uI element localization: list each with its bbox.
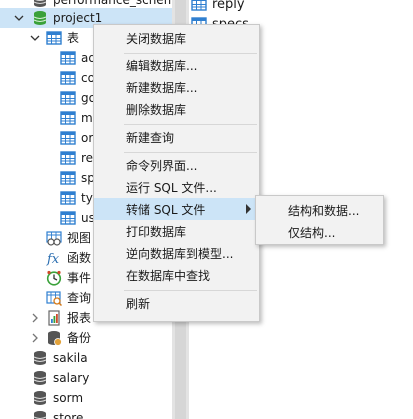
tree-item-label: re — [81, 151, 94, 165]
report-icon — [46, 310, 62, 326]
object-list-item[interactable]: reply — [189, 0, 245, 13]
menu-item-label: 删除数据库 — [126, 102, 187, 117]
tree-item-label: store — [53, 411, 84, 419]
tree-item-label: 事件 — [67, 271, 92, 285]
tree-item-label: 查询 — [67, 291, 92, 305]
menu-item-label: 逆向数据库到模型... — [126, 246, 234, 261]
backup-icon — [46, 330, 62, 346]
menu-item-print-database[interactable]: 打印数据库 — [94, 220, 259, 242]
chevron-right-icon[interactable] — [30, 333, 40, 343]
tree-item-label: or — [81, 131, 94, 145]
table-icon — [60, 70, 76, 86]
object-list-label: reply — [212, 0, 245, 12]
menu-separator — [124, 152, 257, 153]
submenu-item-structure-and-data[interactable]: 结构和数据... — [256, 199, 383, 221]
menu-item-label: 打印数据库 — [126, 224, 187, 239]
menu-item-refresh[interactable]: 刷新 — [94, 292, 259, 314]
context-menu: 关闭数据库 编辑数据库... 新建数据库... 删除数据库 新建查询 命令列界面… — [93, 24, 260, 322]
event-icon — [46, 270, 62, 286]
menu-item-label: 关闭数据库 — [126, 31, 187, 46]
menu-item-new-database[interactable]: 新建数据库... — [94, 76, 259, 98]
database-icon — [32, 390, 48, 406]
menu-item-dump-sql-file[interactable]: 转储 SQL 文件 — [94, 198, 259, 220]
tree-item-label: 视图 — [67, 231, 92, 245]
menu-item-label: 新建数据库... — [126, 80, 198, 95]
menu-item-label: 新建查询 — [126, 130, 175, 145]
table-icon — [60, 170, 76, 186]
chevron-right-icon[interactable] — [30, 313, 40, 323]
table-icon — [60, 90, 76, 106]
database-icon — [32, 410, 48, 419]
table-icon — [60, 130, 76, 146]
submenu-item-structure-only[interactable]: 仅结构... — [256, 221, 383, 243]
tree-item-label: ty — [81, 191, 93, 205]
menu-item-new-query[interactable]: 新建查询 — [94, 126, 259, 148]
menu-item-close-database[interactable]: 关闭数据库 — [94, 27, 259, 49]
database-icon — [32, 370, 48, 386]
table-icon — [191, 0, 207, 12]
menu-item-reverse-to-model[interactable]: 逆向数据库到模型... — [94, 242, 259, 264]
menu-item-run-sql-file[interactable]: 运行 SQL 文件... — [94, 176, 259, 198]
view-icon — [46, 230, 62, 246]
tree-item-database[interactable]: sorm — [0, 388, 172, 408]
database-icon — [32, 0, 48, 8]
table-icon — [60, 110, 76, 126]
menu-item-find-in-database[interactable]: 在数据库中查找 — [94, 264, 259, 286]
menu-item-delete-database[interactable]: 删除数据库 — [94, 98, 259, 120]
menu-item-label: 编辑数据库... — [126, 58, 198, 73]
tree-item-label: salary — [53, 371, 90, 385]
table-group-icon — [46, 30, 62, 46]
table-icon — [60, 190, 76, 206]
tree-item-label: 报表 — [67, 311, 92, 325]
tree-item-label: m — [81, 111, 93, 125]
menu-separator — [124, 124, 257, 125]
submenu-arrow-icon — [246, 204, 251, 214]
table-icon — [60, 50, 76, 66]
tree-item-label: 表 — [67, 31, 80, 45]
tree-item-backups[interactable]: 备份 — [0, 328, 172, 348]
tree-item-database[interactable]: sakila — [0, 348, 172, 368]
chevron-down-icon[interactable] — [30, 33, 40, 43]
function-icon: fx — [46, 250, 62, 266]
menu-item-label: 在数据库中查找 — [126, 268, 211, 283]
table-icon — [60, 210, 76, 226]
dump-sql-submenu: 结构和数据... 仅结构... — [255, 195, 384, 245]
database-icon — [32, 10, 48, 26]
chevron-down-icon[interactable] — [14, 13, 24, 23]
tree-item-database[interactable]: store — [0, 408, 172, 419]
submenu-item-label: 仅结构... — [288, 225, 336, 240]
tree-item-label: 函数 — [67, 251, 92, 265]
tree-item-label: sorm — [53, 391, 84, 405]
menu-item-edit-database[interactable]: 编辑数据库... — [94, 54, 259, 76]
svg-text:fx: fx — [46, 252, 60, 266]
menu-item-label: 运行 SQL 文件... — [126, 180, 217, 195]
menu-item-label: 命令列界面... — [126, 158, 198, 173]
database-icon — [32, 350, 48, 366]
query-icon — [46, 290, 62, 306]
menu-item-label: 转储 SQL 文件 — [126, 202, 206, 217]
menu-item-label: 刷新 — [126, 296, 151, 311]
tree-item-label: sakila — [53, 351, 88, 365]
menu-separator — [124, 290, 257, 291]
submenu-item-label: 结构和数据... — [288, 203, 360, 218]
table-icon — [60, 150, 76, 166]
tree-item-database[interactable]: salary — [0, 368, 172, 388]
menu-item-command-line[interactable]: 命令列界面... — [94, 154, 259, 176]
tree-item-label: 备份 — [67, 331, 92, 345]
